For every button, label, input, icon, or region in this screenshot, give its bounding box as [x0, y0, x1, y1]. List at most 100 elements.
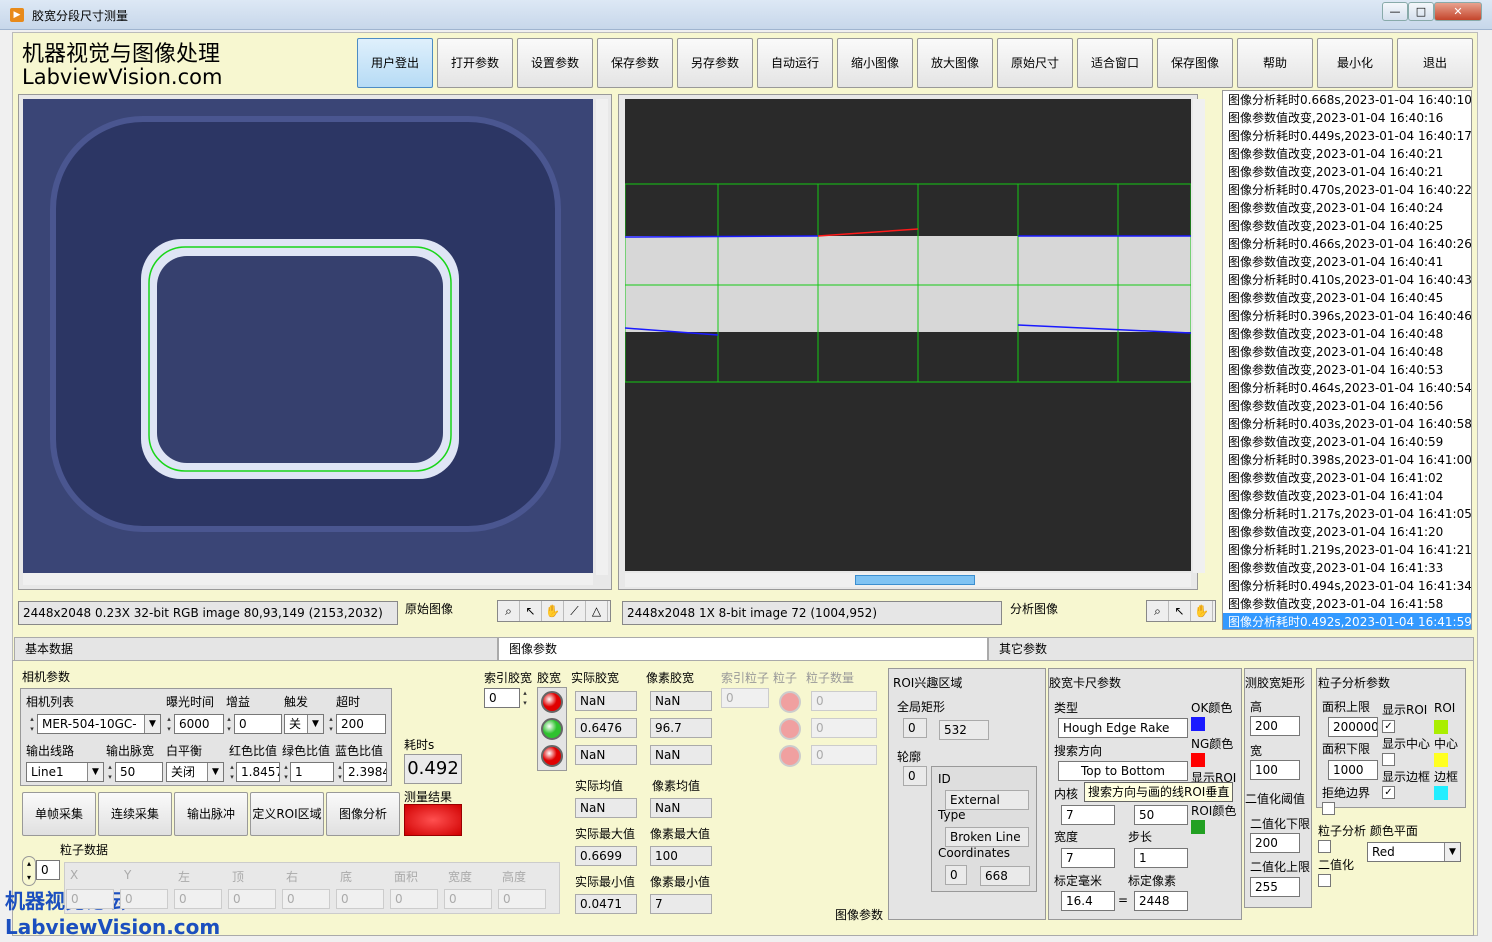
- toolbar-button-6[interactable]: 缩小图像: [837, 38, 913, 88]
- log-entry[interactable]: 图像参数值改变,2023-01-04 16:41:20: [1223, 523, 1471, 541]
- type-value[interactable]: Broken Line: [945, 827, 1029, 847]
- camera-select[interactable]: MER-504-10GC-: [37, 714, 161, 734]
- particle-index-input[interactable]: 0: [36, 860, 60, 880]
- log-entry[interactable]: 图像分析耗时0.449s,2023-01-04 16:40:17: [1223, 127, 1471, 145]
- right-view-vscroll[interactable]: [1193, 99, 1205, 573]
- pointer-icon[interactable]: ↖: [1169, 601, 1191, 621]
- caliper-step-pre-input[interactable]: 50: [1134, 805, 1188, 825]
- right-view-hscroll[interactable]: [625, 573, 1191, 587]
- toolbar-button-7[interactable]: 放大图像: [917, 38, 993, 88]
- border-color-swatch[interactable]: [1434, 786, 1448, 800]
- zoom-icon[interactable]: ⌕: [498, 601, 520, 621]
- log-entry[interactable]: 图像参数值改变,2023-01-04 16:41:33: [1223, 559, 1471, 577]
- output-line-dropdown-icon[interactable]: ▼: [87, 763, 103, 781]
- tab-basic-data[interactable]: 基本数据: [14, 637, 498, 661]
- pointer-icon[interactable]: ↖: [520, 601, 542, 621]
- roi-color-swatch-2[interactable]: [1434, 720, 1448, 734]
- log-entry[interactable]: 图像分析耗时1.219s,2023-01-04 16:41:21: [1223, 541, 1471, 559]
- log-entry[interactable]: 图像参数值改变,2023-01-04 16:40:21: [1223, 145, 1471, 163]
- toolbar-button-13[interactable]: 退出: [1397, 38, 1473, 88]
- toolbar-button-2[interactable]: 设置参数: [517, 38, 593, 88]
- contour-index[interactable]: 0: [903, 766, 927, 786]
- line-icon[interactable]: ⟋: [564, 601, 586, 621]
- log-entry[interactable]: 图像分析耗时0.403s,2023-01-04 16:40:58: [1223, 415, 1471, 433]
- inner-input[interactable]: 7: [1061, 805, 1115, 825]
- toolbar-button-1[interactable]: 打开参数: [437, 38, 513, 88]
- exposure-input[interactable]: 6000: [174, 714, 224, 734]
- hscroll-thumb[interactable]: [855, 575, 975, 585]
- red-spinner[interactable]: ▴ ▾: [228, 762, 236, 782]
- toolbar-button-8[interactable]: 原始尺寸: [997, 38, 1073, 88]
- binary-high-input[interactable]: 255: [1250, 877, 1300, 897]
- log-entry[interactable]: 图像参数值改变,2023-01-04 16:40:45: [1223, 289, 1471, 307]
- caliper-type-select[interactable]: Hough Edge Rake: [1058, 718, 1188, 738]
- calib-px-input[interactable]: 2448: [1134, 891, 1188, 911]
- log-entry[interactable]: 图像参数值改变,2023-01-04 16:40:48: [1223, 343, 1471, 361]
- green-ratio-input[interactable]: 1: [290, 762, 334, 782]
- log-entry[interactable]: 图像参数值改变,2023-01-04 16:40:21: [1223, 163, 1471, 181]
- log-entry[interactable]: 图像参数值改变,2023-01-04 16:40:24: [1223, 199, 1471, 217]
- action-button-4[interactable]: 图像分析: [326, 792, 400, 836]
- camera-dropdown-icon[interactable]: ▼: [144, 715, 160, 733]
- camera-index-spinner[interactable]: ▴ ▾: [28, 714, 36, 734]
- action-button-3[interactable]: 定义ROI区域: [250, 792, 324, 836]
- wb-dropdown-icon[interactable]: ▼: [207, 763, 223, 781]
- global-rect-index[interactable]: 0: [903, 718, 927, 738]
- green-spinner[interactable]: ▴ ▾: [282, 762, 290, 782]
- action-button-0[interactable]: 单帧采集: [22, 792, 96, 836]
- action-button-2[interactable]: 输出脉冲: [174, 792, 248, 836]
- original-image-view[interactable]: [18, 94, 612, 590]
- log-entry[interactable]: 图像分析耗时0.470s,2023-01-04 16:40:22: [1223, 181, 1471, 199]
- log-entry[interactable]: 图像参数值改变,2023-01-04 16:40:56: [1223, 397, 1471, 415]
- show-center-checkbox[interactable]: [1382, 753, 1395, 766]
- log-entry[interactable]: 图像参数值改变,2023-01-04 16:40:16: [1223, 109, 1471, 127]
- event-log[interactable]: 图像分析耗时0.668s,2023-01-04 16:40:10 图像参数值改变,…: [1222, 90, 1472, 630]
- toolbar-button-3[interactable]: 保存参数: [597, 38, 673, 88]
- timeout-input[interactable]: 200: [336, 714, 386, 734]
- toolbar-button-10[interactable]: 保存图像: [1157, 38, 1233, 88]
- gain-input[interactable]: 0: [234, 714, 282, 734]
- gain-spinner[interactable]: ▴ ▾: [225, 714, 233, 734]
- log-entry[interactable]: 图像参数值改变,2023-01-04 16:41:58: [1223, 595, 1471, 613]
- log-entry[interactable]: 图像参数值改变,2023-01-04 16:40:59: [1223, 433, 1471, 451]
- pulse-width-input[interactable]: 50: [115, 762, 163, 782]
- log-entry[interactable]: 图像参数值改变,2023-01-04 16:40:41: [1223, 253, 1471, 271]
- close-button[interactable]: ✕: [1434, 2, 1482, 21]
- center-color-swatch[interactable]: [1434, 753, 1448, 767]
- log-entry[interactable]: 图像分析耗时0.398s,2023-01-04 16:41:00: [1223, 451, 1471, 469]
- glue-index-input[interactable]: 0: [484, 688, 520, 708]
- toolbar-button-11[interactable]: 帮助: [1237, 38, 1313, 88]
- maximize-button[interactable]: □: [1408, 2, 1434, 21]
- tab-other-params[interactable]: 其它参数: [988, 637, 1474, 661]
- coord-value[interactable]: 668: [980, 866, 1030, 886]
- color-plane-dropdown-icon[interactable]: ▼: [1444, 843, 1460, 861]
- pan-icon[interactable]: ✋: [1191, 601, 1213, 621]
- search-dir-select[interactable]: Top to Bottom: [1058, 761, 1188, 781]
- log-entry[interactable]: 图像分析耗时0.494s,2023-01-04 16:41:34: [1223, 577, 1471, 595]
- log-entry[interactable]: 图像参数值改变,2023-01-04 16:40:48: [1223, 325, 1471, 343]
- log-entry[interactable]: 图像分析耗时0.410s,2023-01-04 16:40:43: [1223, 271, 1471, 289]
- exposure-spinner[interactable]: ▴ ▾: [165, 714, 173, 734]
- binary-checkbox-b[interactable]: [1318, 874, 1331, 887]
- rect-height-input[interactable]: 200: [1250, 716, 1300, 736]
- glue-index-spinner[interactable]: ▴ ▾: [521, 688, 529, 708]
- rect-width-input[interactable]: 100: [1250, 760, 1300, 780]
- area-min-input[interactable]: 1000: [1328, 760, 1378, 780]
- step-input[interactable]: 1: [1134, 848, 1188, 868]
- log-entry[interactable]: 图像分析耗时0.464s,2023-01-04 16:40:54: [1223, 379, 1471, 397]
- log-entry[interactable]: 图像分析耗时0.668s,2023-01-04 16:40:10: [1223, 91, 1471, 109]
- log-entry[interactable]: 图像分析耗时0.466s,2023-01-04 16:40:26: [1223, 235, 1471, 253]
- particle-index-spinner[interactable]: ▴ ▾: [22, 856, 36, 886]
- toolbar-button-0[interactable]: 用户登出: [357, 38, 433, 88]
- log-entry[interactable]: 图像参数值改变,2023-01-04 16:40:53: [1223, 361, 1471, 379]
- show-border-checkbox[interactable]: ✓: [1382, 786, 1395, 799]
- ok-color-swatch[interactable]: [1191, 717, 1205, 731]
- toolbar-button-12[interactable]: 最小化: [1317, 38, 1393, 88]
- reject-border-checkbox[interactable]: [1322, 802, 1335, 815]
- action-button-1[interactable]: 连续采集: [98, 792, 172, 836]
- tab-image-params[interactable]: 图像参数: [498, 637, 988, 661]
- toolbar-button-5[interactable]: 自动运行: [757, 38, 833, 88]
- pulse-spinner[interactable]: ▴ ▾: [106, 762, 114, 782]
- id-value[interactable]: External: [945, 790, 1029, 810]
- log-entry[interactable]: 图像参数值改变,2023-01-04 16:40:25: [1223, 217, 1471, 235]
